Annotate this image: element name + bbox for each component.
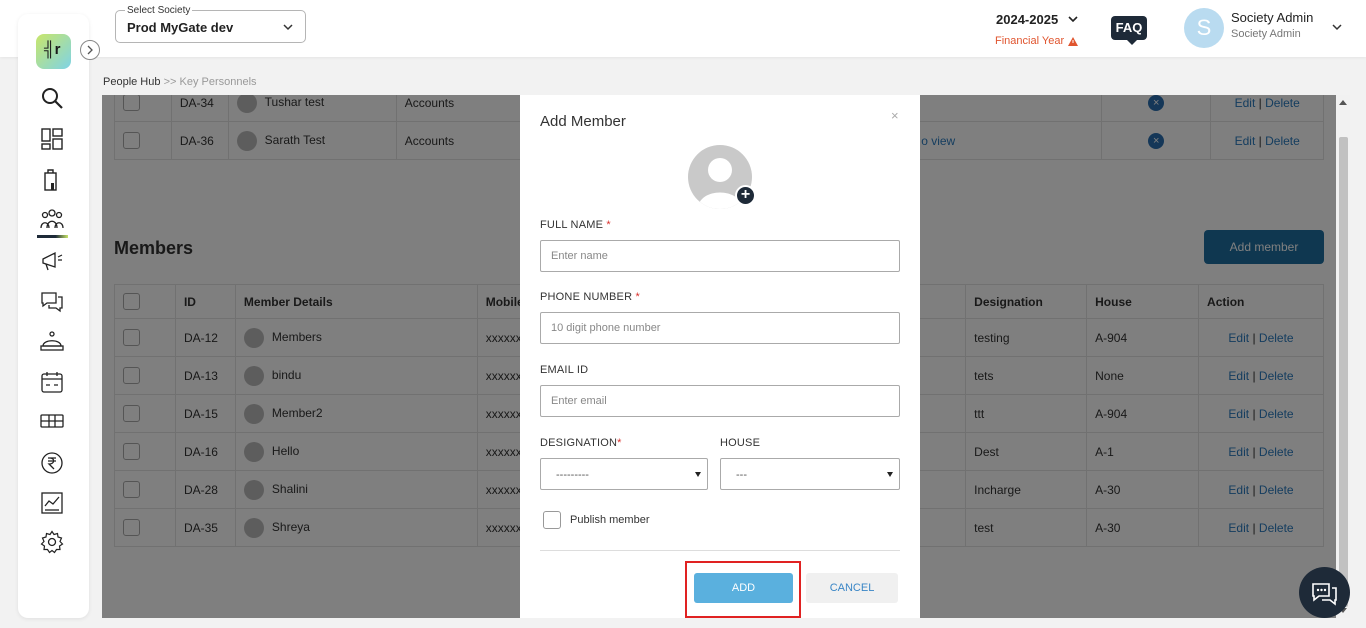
avatar[interactable]: S	[1184, 8, 1224, 48]
full-name-input[interactable]: Enter name	[540, 240, 900, 272]
required-mark: *	[617, 437, 622, 449]
search-icon[interactable]	[40, 86, 64, 110]
caret-down-icon	[695, 472, 701, 477]
service-icon[interactable]	[40, 330, 64, 354]
chat-support-icon	[1312, 583, 1337, 606]
chat-support-button[interactable]	[1299, 567, 1350, 618]
email-input[interactable]: Enter email	[540, 385, 900, 417]
close-icon[interactable]: ×	[891, 108, 899, 123]
collapse-sidebar-button[interactable]	[80, 40, 100, 60]
chevron-down-icon[interactable]	[1067, 13, 1079, 25]
scroll-up-arrow-icon[interactable]	[1339, 100, 1347, 105]
chevron-down-icon[interactable]	[1331, 21, 1343, 33]
designation-label-text: DESIGNATION	[540, 437, 618, 449]
publish-member-label[interactable]: Publish member	[570, 514, 649, 526]
phone-label: PHONE NUMBER *	[540, 291, 640, 303]
logo-text: ╣r	[44, 41, 61, 58]
settings-icon[interactable]	[40, 530, 64, 554]
designation-select-value: ---------	[556, 469, 589, 481]
modal-title: Add Member	[540, 113, 626, 130]
society-select-label: Select Society	[125, 5, 193, 16]
faq-button[interactable]: FAQ	[1111, 16, 1147, 45]
chevron-right-icon	[87, 45, 93, 55]
cancel-button[interactable]: CANCEL	[806, 573, 898, 603]
calendar-icon[interactable]	[40, 370, 64, 394]
required-mark: *	[635, 291, 640, 303]
chevron-down-icon	[283, 24, 293, 31]
building-icon[interactable]	[40, 168, 64, 192]
scrollbar-thumb[interactable]	[1339, 137, 1348, 607]
breadcrumb: People Hub >> Key Personnels	[103, 76, 257, 88]
warning-icon	[1068, 37, 1078, 46]
house-label: HOUSE	[720, 437, 761, 449]
society-select-value: Prod MyGate dev	[127, 20, 234, 35]
phone-input[interactable]: 10 digit phone number	[540, 312, 900, 344]
designation-label: DESIGNATION*	[540, 437, 622, 449]
add-photo-icon[interactable]: +	[735, 185, 756, 206]
chat-icon[interactable]	[40, 289, 64, 313]
breadcrumb-separator: >>	[163, 76, 177, 88]
scrollbar[interactable]	[1336, 95, 1350, 618]
required-mark: *	[606, 219, 611, 231]
financial-year-label: Financial Year	[995, 35, 1065, 47]
caret-down-icon	[887, 472, 893, 477]
house-select[interactable]: ---	[720, 458, 900, 490]
breadcrumb-key-personnels: Key Personnels	[179, 76, 257, 88]
phone-label-text: PHONE NUMBER	[540, 291, 633, 303]
report-icon[interactable]	[40, 491, 64, 515]
society-select[interactable]: Select Society Prod MyGate dev	[115, 5, 306, 43]
full-name-label: FULL NAME *	[540, 219, 611, 231]
breadcrumb-people-hub[interactable]: People Hub	[103, 76, 161, 88]
add-member-modal: Add Member × + FULL NAME * Enter name PH…	[520, 95, 920, 618]
nav-active-indicator	[37, 235, 68, 238]
publish-member-checkbox[interactable]	[543, 511, 561, 529]
designation-select[interactable]: ---------	[540, 458, 708, 490]
year-selector[interactable]: 2024-2025	[996, 12, 1058, 27]
user-role: Society Admin	[1231, 28, 1301, 40]
user-name: Society Admin	[1231, 10, 1314, 25]
email-label: EMAIL ID	[540, 364, 589, 376]
rupee-icon[interactable]	[40, 451, 64, 475]
people-icon[interactable]	[40, 208, 64, 232]
modal-divider	[540, 550, 900, 551]
dashboard-icon[interactable]	[40, 127, 64, 151]
megaphone-icon[interactable]	[40, 249, 64, 273]
house-select-value: ---	[736, 469, 747, 481]
highlight-box	[685, 561, 801, 618]
top-bar: Select Society Prod MyGate dev 2024-2025…	[0, 0, 1366, 57]
app-logo[interactable]: ╣r	[36, 34, 71, 69]
full-name-label-text: FULL NAME	[540, 219, 604, 231]
amenity-icon[interactable]	[40, 409, 64, 433]
